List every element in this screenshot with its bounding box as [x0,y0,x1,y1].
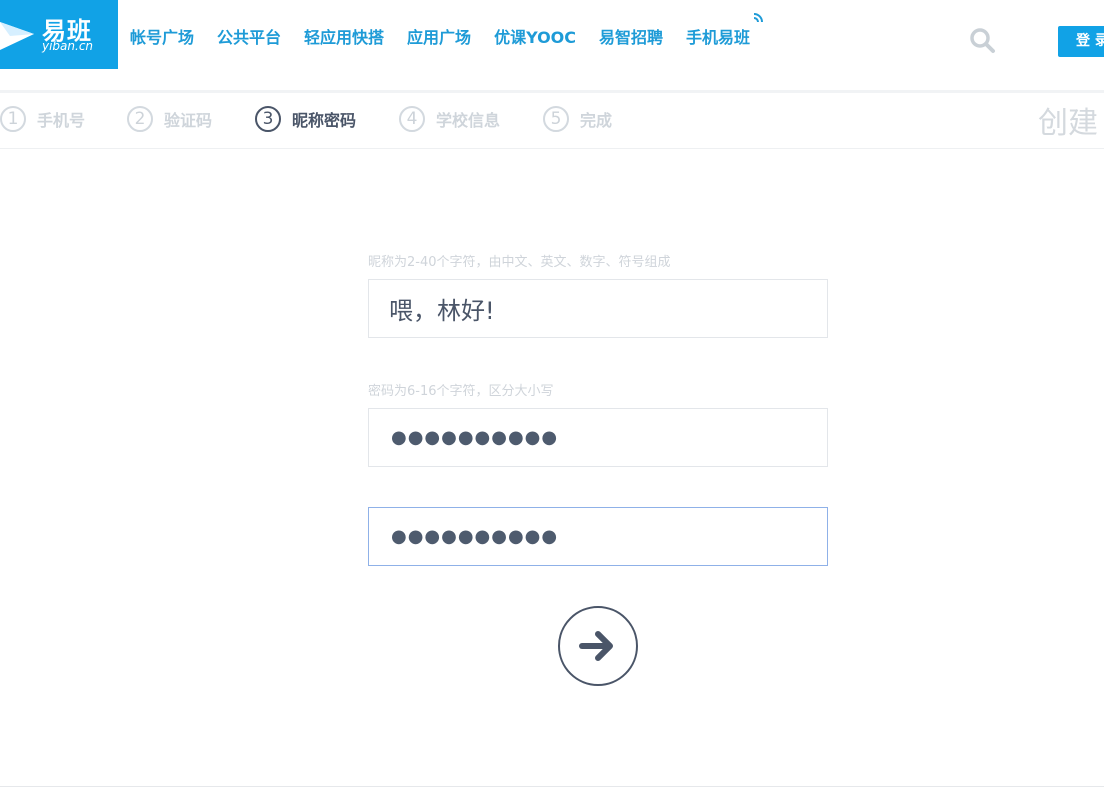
step-number: 4 [399,106,425,132]
nickname-field[interactable] [368,279,828,338]
page-title: 创建 [1038,106,1098,141]
nav-recruitment[interactable]: 易智招聘 [599,24,663,48]
password-input[interactable]: ●●●●●●●●●● [391,409,558,466]
nav-account-square[interactable]: 帐号广场 [130,24,194,48]
step-label: 验证码 [164,111,213,130]
nav-mobile-yiban-label: 手机易班 [686,28,751,47]
step-label: 学校信息 [436,111,501,130]
login-button[interactable]: 登 录 [1058,26,1104,57]
password-hint: 密码为6-16个字符，区分大小写 [368,384,554,399]
nav-light-app-builder[interactable]: 轻应用快搭 [304,24,384,48]
step-nickname-password: 3 昵称密码 [255,104,356,134]
step-label: 手机号 [37,111,86,130]
step-number: 2 [127,106,153,132]
nickname-hint: 昵称为2-40个字符，由中文、英文、数字、符号组成 [368,255,671,270]
top-header: 易班 yiban.cn 帐号广场 公共平台 轻应用快搭 应用广场 优课YOOC … [0,0,1104,93]
step-number: 5 [543,106,569,132]
arrow-right-icon [579,631,613,661]
step-verify-code: 2 验证码 [127,104,212,134]
confirm-password-field[interactable]: ●●●●●●●●●● [368,507,828,566]
registration-steps: 1 手机号 2 验证码 3 昵称密码 4 学校信息 5 完成 [0,93,1104,149]
step-label: 完成 [580,111,613,130]
step-number: 1 [0,106,26,132]
confirm-password-input[interactable]: ●●●●●●●●●● [391,508,558,565]
main-nav: 帐号广场 公共平台 轻应用快搭 应用广场 优课YOOC 易智招聘 手机易班 [130,13,773,48]
yiban-logo[interactable]: 易班 yiban.cn [0,0,118,69]
nav-app-square[interactable]: 应用广场 [407,24,471,48]
step-school-info: 4 学校信息 [399,104,500,134]
footer-divider [0,786,1104,787]
step-number: 3 [255,106,281,132]
paper-plane-icon [0,22,34,50]
nickname-input[interactable] [369,280,827,337]
step-label: 昵称密码 [292,111,357,130]
password-field[interactable]: ●●●●●●●●●● [368,408,828,467]
nav-public-platform[interactable]: 公共平台 [217,24,281,48]
step-complete: 5 完成 [543,104,612,134]
nav-mobile-yiban[interactable]: 手机易班 [686,13,764,48]
nav-yooc[interactable]: 优课YOOC [494,24,576,48]
signal-icon [753,13,764,23]
search-icon [970,28,995,53]
next-step-button[interactable] [558,606,638,686]
logo-brand-en: yiban.cn [42,39,94,53]
step-phone: 1 手机号 [0,104,85,134]
search-button[interactable] [968,26,996,54]
